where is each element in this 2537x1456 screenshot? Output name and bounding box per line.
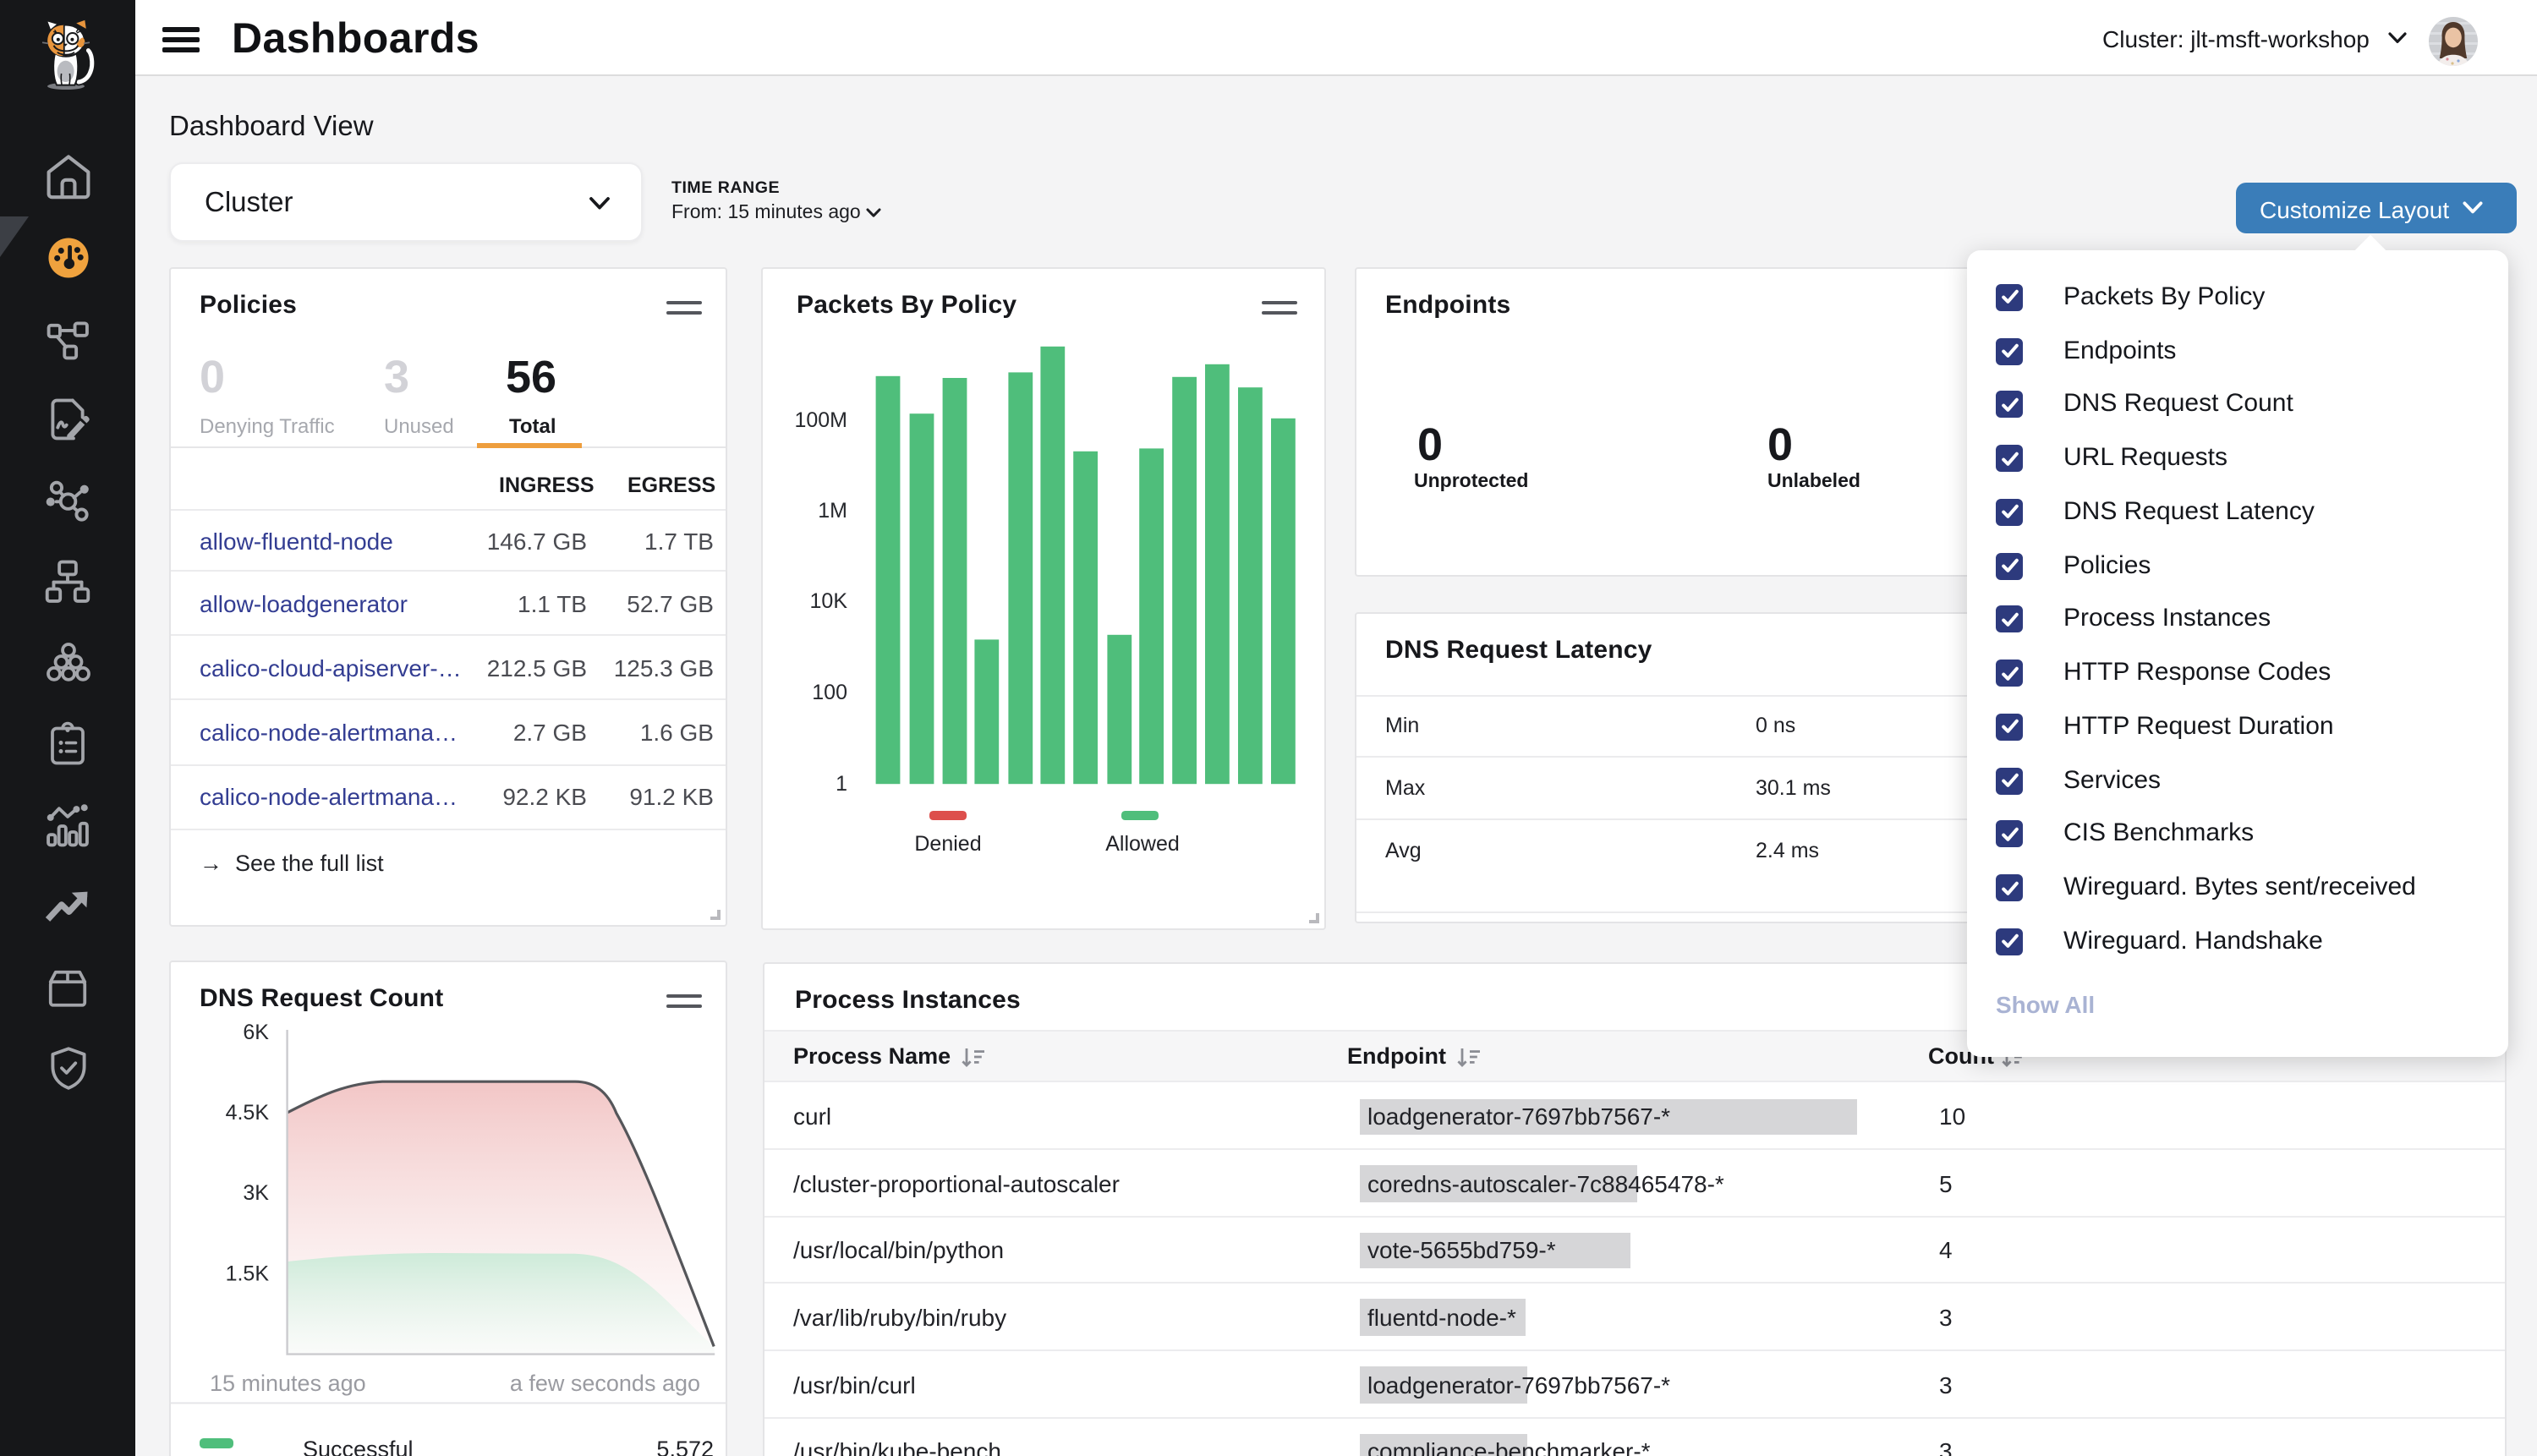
svg-text:15 minutes ago: 15 minutes ago [210,1371,366,1396]
svg-text:a few seconds ago: a few seconds ago [510,1371,700,1396]
svg-text:10K: 10K [810,589,848,613]
svg-text:3K: 3K [243,1181,269,1205]
svg-text:4.5K: 4.5K [226,1101,270,1125]
svg-text:Allowed: Allowed [1105,832,1180,856]
svg-text:100M: 100M [794,408,847,432]
svg-text:Successful: Successful [303,1437,414,1456]
svg-text:1.5K: 1.5K [226,1262,270,1285]
svg-text:5,572: 5,572 [656,1437,714,1456]
svg-text:6K: 6K [243,1021,269,1044]
svg-text:1: 1 [836,772,847,796]
svg-text:1M: 1M [818,499,847,523]
svg-text:Denied: Denied [914,832,981,856]
svg-text:100: 100 [812,681,847,704]
